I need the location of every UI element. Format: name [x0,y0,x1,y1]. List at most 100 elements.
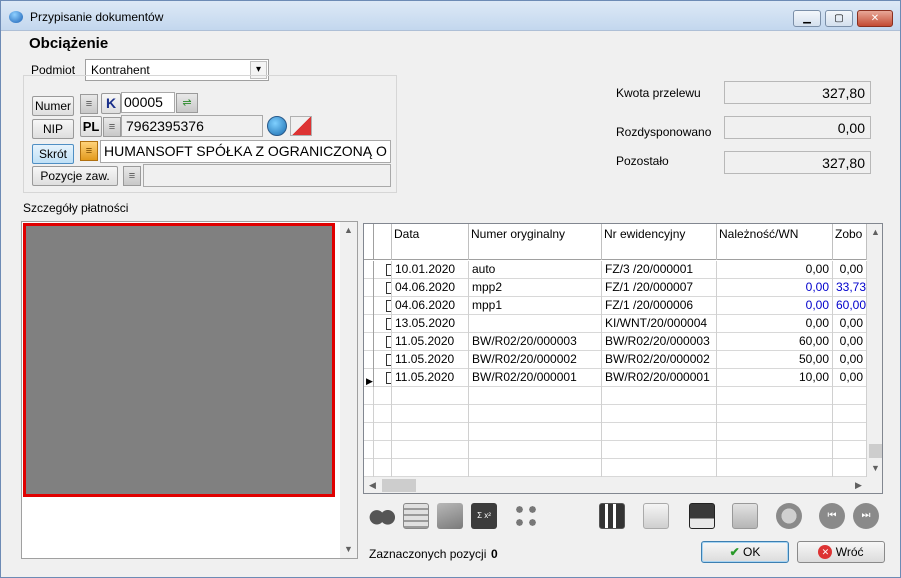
vertical-scrollbar[interactable]: ▲ ▼ [340,222,357,558]
table-row[interactable]: 04.06.2020 mpp2 FZ/1 /20/000007 0,00 33,73 [364,279,867,297]
numer-button[interactable]: Numer [32,96,74,116]
payment-details-preview [23,223,335,497]
empty-cell [374,459,392,477]
spreadsheet-icon[interactable] [403,503,429,529]
cell-numer-oryginalny: mpp2 [469,279,602,297]
skrot-button[interactable]: Skrót [32,144,74,164]
scroll-down-icon[interactable]: ▼ [867,460,882,477]
formula-icon[interactable]: Σ x² [471,503,497,529]
grid-horizontal-scrollbar[interactable]: ◀ ▶ [364,477,867,493]
col-header-naleznosc[interactable]: Należność/WN [717,224,833,260]
report-icon[interactable] [599,503,625,529]
empty-cell [469,441,602,459]
list-icon[interactable]: ≡ [80,94,98,114]
empty-cell [392,423,469,441]
pozycje-zaw-button[interactable]: Pozycje zaw. [32,166,118,186]
first-record-icon[interactable]: ⏮ [819,503,845,529]
last-record-icon[interactable]: ⏭ [853,503,879,529]
row-check-cell[interactable] [374,279,392,297]
empty-cell [469,459,602,477]
empty-cell [833,405,867,423]
globe-icon[interactable] [267,116,287,136]
save-icon[interactable] [689,503,715,529]
empty-cell [469,405,602,423]
contractor-name-field[interactable]: HUMANSOFT SPÓŁKA Z OGRANICZONĄ O [100,140,391,163]
refresh-icon[interactable] [776,503,802,529]
ok-button[interactable]: ✔ OK [701,541,789,563]
table-row[interactable]: ▶ 11.05.2020 BW/R02/20/000001 BW/R02/20/000… [364,369,867,387]
pozycje-field [143,164,391,187]
checkmark-icon: ✔ [729,545,740,559]
gears-icon[interactable] [513,503,539,529]
empty-row [364,405,867,423]
empty-cell [833,387,867,405]
page-title: Obciążenie [29,35,109,52]
cell-numer-oryginalny: BW/R02/20/000001 [469,369,602,387]
row-check-cell[interactable] [374,351,392,369]
close-button[interactable]: ✕ [857,10,893,27]
cell-data: 04.06.2020 [392,297,469,315]
row-check-cell[interactable] [374,333,392,351]
scroll-right-icon[interactable]: ▶ [850,477,867,493]
list-icon[interactable]: ≡ [123,166,141,186]
contractor-number-field[interactable]: 00005 [121,92,175,113]
row-check-cell[interactable] [374,261,392,279]
row-check-cell[interactable] [374,369,392,387]
pl-badge[interactable]: PL [80,116,102,137]
col-header-zobo[interactable]: Zobo [833,224,867,260]
row-check-cell[interactable] [374,315,392,333]
empty-cell [717,441,833,459]
empty-cell [717,423,833,441]
handshake-icon[interactable]: ⇌ [176,93,198,113]
cell-nr-ewidencyjny: FZ/1 /20/000006 [602,297,717,315]
table-row[interactable]: 13.05.2020 KI/WNT/20/000004 0,00 0,00 [364,315,867,333]
rozdysponowano-label: Rozdysponowano [616,125,712,139]
scroll-left-icon[interactable]: ◀ [364,477,381,493]
header-check [374,224,392,260]
header-indicator [364,224,374,260]
scroll-thumb[interactable] [869,444,882,458]
table-row[interactable]: 11.05.2020 BW/R02/20/000002 BW/R02/20/0000… [364,351,867,369]
list-icon[interactable]: ≡ [80,141,98,161]
h-scroll-thumb[interactable] [382,479,416,492]
row-check-cell[interactable] [374,297,392,315]
cell-zobo: 0,00 [833,369,867,387]
list-icon[interactable]: ≡ [103,117,121,137]
back-button[interactable]: ✕ Wróć [797,541,885,563]
rozdysponowano-value: 0,00 [724,116,871,139]
minimize-button[interactable]: ▁ [793,10,821,27]
empty-cell [833,423,867,441]
title-bar: Przypisanie dokumentów ▁ ▢ ✕ [1,1,900,31]
table-row[interactable]: 10.01.2020 auto FZ/3 /20/000001 0,00 0,00 [364,261,867,279]
scroll-up-icon[interactable]: ▲ [340,222,357,239]
empty-row [364,423,867,441]
document-icon[interactable] [643,503,669,529]
empty-cell [392,459,469,477]
binoculars-icon[interactable] [369,503,395,529]
table-row[interactable]: 04.06.2020 mpp1 FZ/1 /20/000006 0,00 60,00 [364,297,867,315]
cell-naleznosc: 0,00 [717,315,833,333]
grid-vertical-scrollbar[interactable]: ▲ ▼ [867,224,882,477]
copy-icon[interactable] [732,503,758,529]
back-label: Wróć [835,544,864,559]
empty-row [364,459,867,477]
cell-nr-ewidencyjny: FZ/1 /20/000007 [602,279,717,297]
col-header-nr-ewidencyjny[interactable]: Nr ewidencyjny [602,224,717,260]
col-header-numer-oryginalny[interactable]: Numer oryginalny [469,224,602,260]
details-label: Szczegóły płatności [23,201,129,215]
col-header-data[interactable]: Data [392,224,469,260]
cell-data: 04.06.2020 [392,279,469,297]
table-row[interactable]: 11.05.2020 BW/R02/20/000003 BW/R02/20/0000… [364,333,867,351]
nip-button[interactable]: NIP [32,119,74,139]
k-badge[interactable]: K [101,93,121,114]
empty-cell [469,423,602,441]
scroll-down-icon[interactable]: ▼ [340,541,357,558]
documents-grid[interactable]: Data Numer oryginalny Nr ewidencyjny Nal… [363,223,883,494]
chart-icon[interactable] [290,116,312,136]
empty-cell [364,423,374,441]
maximize-button[interactable]: ▢ [825,10,853,27]
filter-icon[interactable] [437,503,463,529]
nip-field: 7962395376 [121,115,263,137]
row-indicator [364,261,374,279]
scroll-up-icon[interactable]: ▲ [867,224,882,241]
